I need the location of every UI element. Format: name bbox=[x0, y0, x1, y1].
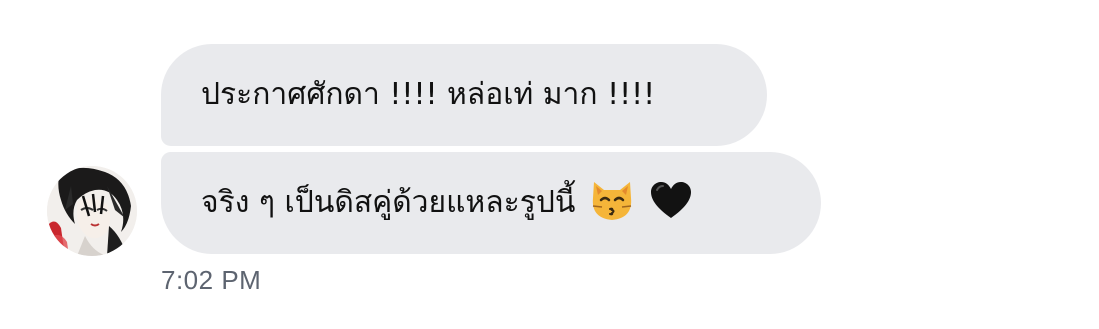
sender-avatar[interactable] bbox=[47, 166, 137, 256]
message-bubble[interactable]: ประกาศศักดา !!!! หล่อเท่ มาก !!!! bbox=[161, 44, 767, 146]
message-text: ประกาศศักดา !!!! หล่อเท่ มาก !!!! bbox=[201, 77, 656, 112]
black-heart-icon bbox=[649, 180, 693, 226]
kissing-cat-icon bbox=[589, 178, 635, 228]
chat-thread: ประกาศศักดา !!!! หล่อเท่ มาก !!!! จริง ๆ… bbox=[0, 0, 1099, 329]
avatar-image-icon bbox=[47, 166, 137, 256]
message-bubble[interactable]: จริง ๆ เป็นดิสคู่ด้วยแหละรูปนี้ bbox=[161, 152, 821, 254]
message-text: จริง ๆ เป็นดิสคู่ด้วยแหละรูปนี้ bbox=[201, 185, 576, 220]
message-timestamp: 7:02 PM bbox=[161, 265, 262, 295]
